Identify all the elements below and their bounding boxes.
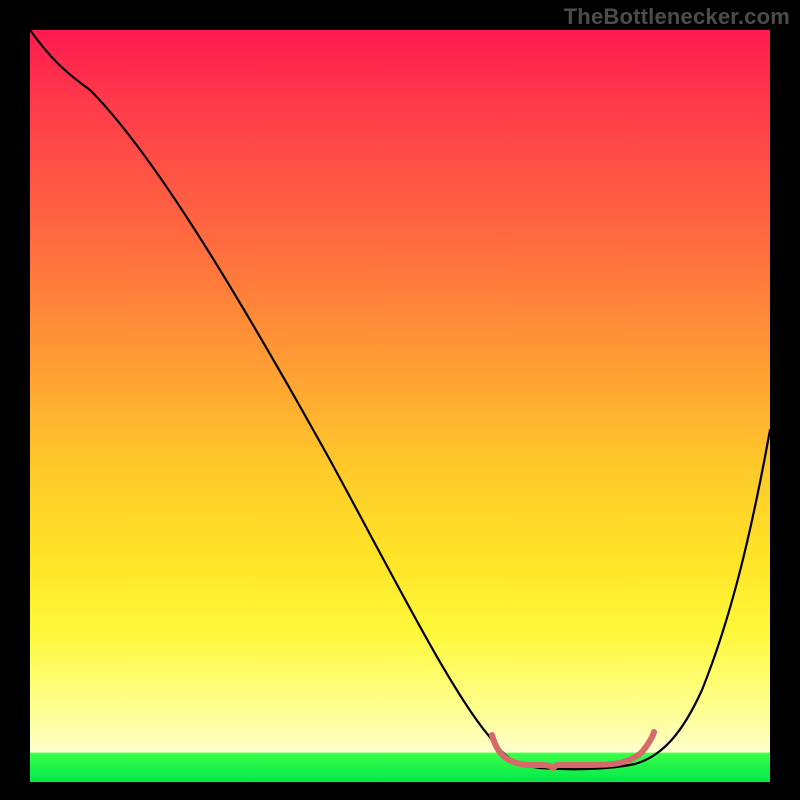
chart-frame: TheBottlenecker.com (0, 0, 800, 800)
chart-svg (30, 30, 770, 782)
watermark-label: TheBottlenecker.com (564, 4, 790, 30)
optimal-range-brace (492, 732, 654, 768)
plot-area (30, 30, 770, 782)
bottleneck-curve (30, 30, 770, 769)
